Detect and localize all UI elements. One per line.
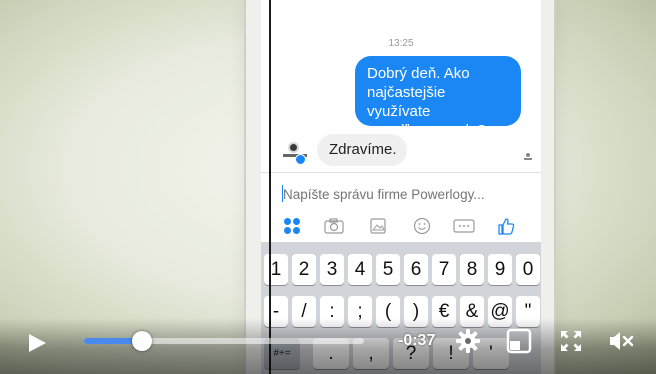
message-composer	[261, 172, 541, 212]
video-controls-bar: -0:37	[0, 318, 656, 374]
key[interactable]: 6	[404, 254, 428, 285]
settings-gear-icon[interactable]	[455, 328, 481, 354]
outgoing-message-line: Dobrý deň. Ako	[367, 65, 470, 82]
key[interactable]: 0	[516, 254, 540, 285]
key[interactable]: 2	[292, 254, 316, 285]
message-timestamp: 13:25	[388, 38, 414, 49]
progress-scrubber-handle[interactable]	[131, 331, 152, 351]
time-remaining: -0:37	[398, 332, 436, 349]
messenger-badge-icon	[295, 154, 306, 165]
outgoing-message-line: najčastejšie využívate	[367, 84, 446, 120]
emoji-icon[interactable]	[411, 216, 433, 236]
key[interactable]: 9	[488, 254, 512, 285]
key[interactable]: 3	[320, 254, 344, 285]
key[interactable]: 1	[264, 254, 288, 285]
key[interactable]: 7	[432, 254, 456, 285]
key[interactable]: 8	[460, 254, 484, 285]
fullscreen-icon[interactable]	[558, 328, 584, 354]
gallery-icon[interactable]	[367, 216, 389, 236]
gif-icon[interactable]	[453, 216, 475, 236]
play-icon[interactable]	[26, 332, 48, 354]
message-input[interactable]	[283, 184, 533, 204]
page-avatar[interactable]	[283, 140, 307, 165]
powerlogy-logo-icon	[288, 142, 299, 153]
key[interactable]: 5	[376, 254, 400, 285]
like-icon[interactable]	[495, 216, 517, 236]
outgoing-message-bubble[interactable]: Dobrý deň. Ako najčastejšie využívate ma…	[355, 56, 521, 139]
apps-icon[interactable]	[281, 216, 303, 236]
incoming-message-bubble[interactable]: Zdravíme.	[317, 134, 407, 166]
camera-icon[interactable]	[323, 216, 345, 236]
progress-bar[interactable]	[84, 331, 364, 351]
composer-toolbar	[261, 212, 541, 242]
mute-icon[interactable]	[608, 328, 634, 354]
seen-avatar-icon	[524, 153, 532, 161]
key[interactable]: 4	[348, 254, 372, 285]
picture-in-picture-icon[interactable]	[506, 328, 532, 354]
